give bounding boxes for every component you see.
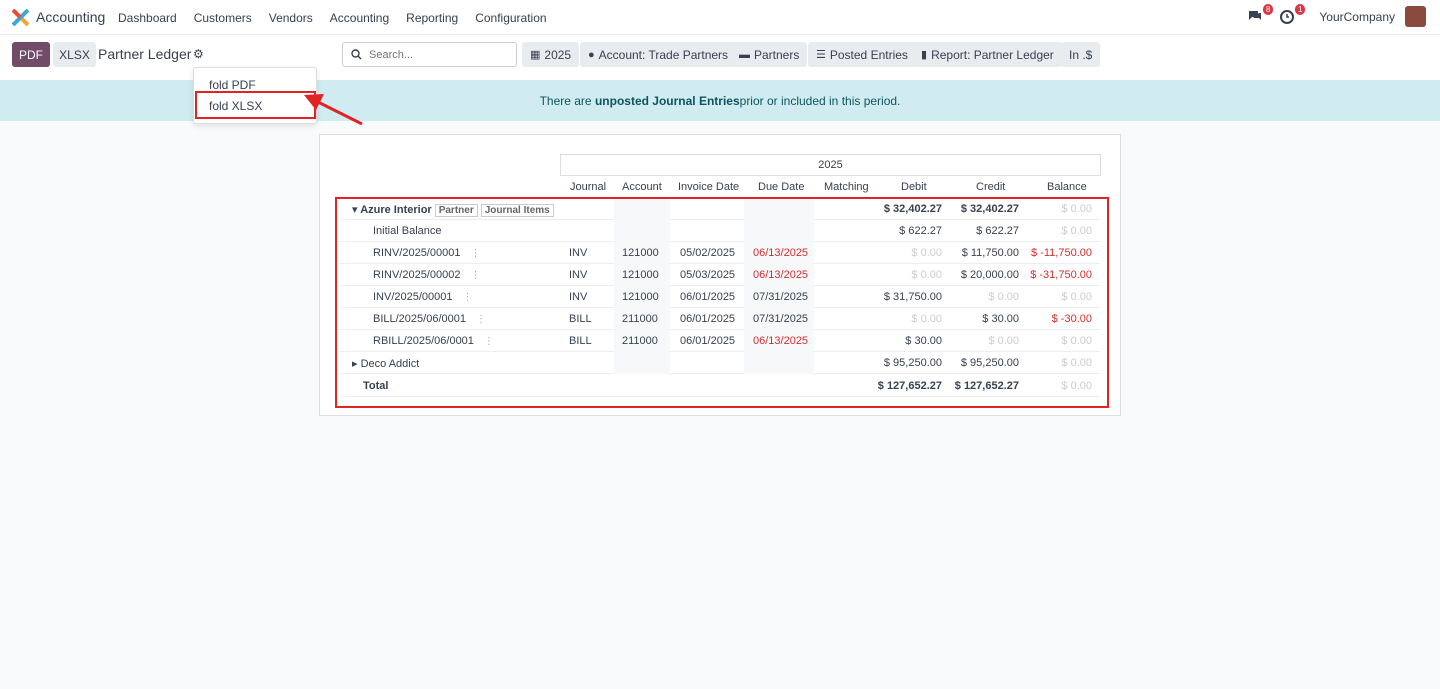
gear-icon[interactable]: ⚙ (193, 47, 204, 61)
menu-accounting[interactable]: Accounting (330, 11, 389, 25)
book-icon: ▮ (921, 49, 928, 61)
unposted-entries-link[interactable]: unposted Journal Entries (595, 94, 740, 108)
search-input[interactable] (369, 48, 499, 61)
activity-badge: 1 (1294, 3, 1306, 15)
pdf-button[interactable]: PDF (12, 42, 50, 67)
highlight-rows-box (335, 197, 1109, 408)
calendar-icon: ▦ (530, 49, 541, 61)
top-navbar: Accounting Dashboard Customers Vendors A… (0, 0, 1440, 35)
sliders-icon: ☰ (816, 49, 826, 61)
xlsx-button[interactable]: XLSX (53, 42, 96, 67)
annotation-arrow-icon (304, 94, 363, 126)
col-account: Account (622, 181, 662, 193)
app-name[interactable]: Accounting (36, 9, 105, 25)
page-title: Partner Ledger (98, 46, 192, 62)
filter-report[interactable]: ▮ Report: Partner Ledger (913, 42, 1062, 67)
col-debit: Debit (901, 181, 927, 193)
menu-configuration[interactable]: Configuration (475, 11, 546, 25)
col-credit: Credit (976, 181, 1006, 193)
user-avatar[interactable] (1405, 6, 1426, 27)
filter-account[interactable]: ● Account: Trade Partners (580, 42, 737, 67)
col-invoice-date: Invoice Date (678, 181, 740, 193)
fold-pdf-item[interactable]: fold PDF (209, 78, 256, 92)
col-matching: Matching (824, 181, 869, 193)
chat-icon[interactable]: 8 (1247, 3, 1274, 26)
search-icon (351, 49, 362, 60)
filter-currency[interactable]: In .$ (1061, 42, 1101, 67)
search-box[interactable] (342, 42, 517, 67)
main-menu: Dashboard Customers Vendors Accounting R… (118, 11, 564, 25)
col-journal: Journal (570, 181, 607, 193)
nav-right: 8 1 YourCompany (1247, 3, 1426, 27)
accounting-app-icon[interactable] (12, 9, 29, 26)
user-icon: ● (588, 48, 595, 61)
activity-clock-icon[interactable]: 1 (1279, 3, 1306, 26)
period-header: 2025 (560, 154, 1101, 176)
highlight-box (195, 91, 316, 119)
menu-dashboard[interactable]: Dashboard (118, 11, 177, 25)
menu-vendors[interactable]: Vendors (269, 11, 313, 25)
filter-posted-entries[interactable]: ☰ Posted Entries (808, 42, 916, 67)
menu-reporting[interactable]: Reporting (406, 11, 458, 25)
filter-date[interactable]: ▦ 2025 (522, 42, 580, 67)
company-switcher[interactable]: YourCompany (1319, 10, 1395, 24)
menu-customers[interactable]: Customers (194, 11, 252, 25)
col-balance: Balance (1047, 181, 1087, 193)
folder-icon: ▬ (739, 48, 750, 61)
col-due-date: Due Date (758, 181, 805, 193)
filter-partners[interactable]: ▬ Partners (731, 42, 808, 67)
chat-badge: 8 (1262, 3, 1274, 15)
